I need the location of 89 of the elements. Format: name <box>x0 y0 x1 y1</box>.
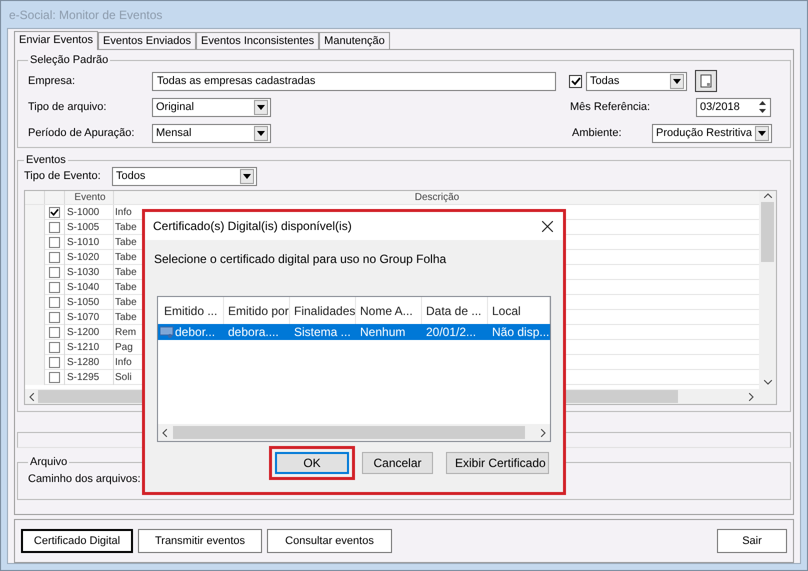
table-cell: S-1210 <box>65 340 114 355</box>
close-icon[interactable] <box>542 220 553 232</box>
group-title: Seleção Padrão <box>29 54 110 66</box>
checkbox[interactable] <box>49 312 60 323</box>
dialog-button[interactable]: OK <box>275 452 349 474</box>
table-cell: Tabe <box>115 222 137 233</box>
table-cell: Tabe <box>115 282 137 293</box>
action-button[interactable]: Certificado Digital <box>21 529 133 554</box>
table-cell: S-1070 <box>65 310 114 325</box>
field-label: Caminho dos arquivos: <box>28 473 141 485</box>
table-cell: S-1280 <box>65 355 114 370</box>
scrollbar[interactable] <box>759 191 776 390</box>
action-button[interactable]: Sair <box>717 529 787 554</box>
table-cell: Tabe <box>115 237 137 248</box>
table-cell: Tabe <box>115 297 137 308</box>
file-type-dropdown[interactable]: Original <box>152 98 271 116</box>
dropdown-icon[interactable] <box>670 74 684 88</box>
checkbox[interactable] <box>49 282 60 293</box>
table-cell: Rem <box>115 327 136 338</box>
field-label: Tipo de arquivo: <box>28 101 108 113</box>
table-cell-text: debor... <box>174 325 216 339</box>
window-title: e-Social: Monitor de Eventos <box>9 8 162 22</box>
table-cell: Pag <box>115 342 133 353</box>
table-cell: Tabe <box>115 252 137 263</box>
table-cell-text: Não disp... <box>491 325 550 339</box>
checkbox[interactable] <box>49 207 60 218</box>
certificate-icon <box>160 326 174 338</box>
tab[interactable]: Manutenção <box>319 32 390 49</box>
tab[interactable]: Enviar Eventos <box>14 31 98 50</box>
scroll-thumb[interactable] <box>173 426 525 439</box>
dialog-title: Certificado(s) Digital(is) disponível(is) <box>153 219 352 233</box>
dropdown-icon[interactable] <box>240 168 254 184</box>
field-label: Mês Referência: <box>570 101 652 113</box>
dropdown-icon[interactable] <box>254 100 268 114</box>
tab[interactable]: Eventos Inconsistentes <box>196 32 320 49</box>
table-cell: S-1020 <box>65 250 114 265</box>
table-cell-text: Sistema ... <box>293 325 352 339</box>
field-label: Ambiente: <box>572 127 623 139</box>
checkbox[interactable] <box>49 222 60 233</box>
table-cell-text: 20/01/2... <box>425 325 478 339</box>
checkbox[interactable] <box>49 372 60 383</box>
checkbox[interactable] <box>49 252 60 263</box>
table-cell: Tabe <box>115 267 137 278</box>
dialog-button[interactable]: Exibir Certificado <box>446 452 549 474</box>
company-field[interactable]: Todas as empresas cadastradas <box>152 72 556 90</box>
document-icon[interactable] <box>695 70 717 92</box>
table-cell: S-1200 <box>65 325 114 340</box>
table-cell: Tabe <box>115 312 137 323</box>
checkbox[interactable] <box>49 357 60 368</box>
event-type-dropdown[interactable]: Todos <box>112 166 257 186</box>
group-title: Eventos <box>25 154 67 166</box>
table-cell: Info <box>115 207 132 218</box>
group-title: Arquivo <box>29 456 68 468</box>
column-header[interactable]: Evento <box>65 191 114 204</box>
dialog-message: Selecione o certificado digital para uso no Group Folha <box>154 252 448 266</box>
table-cell: S-1010 <box>65 235 114 250</box>
filter-dropdown[interactable]: Todas <box>586 72 687 90</box>
checkbox[interactable] <box>49 327 60 338</box>
field-label: Período de Apuração: <box>28 127 136 139</box>
checkbox[interactable] <box>49 237 60 248</box>
checkbox[interactable] <box>49 342 60 353</box>
table-cell: Soli <box>115 372 132 383</box>
table-cell-text: debora.... <box>227 325 280 339</box>
dialog-button[interactable]: Cancelar <box>362 452 433 474</box>
action-button[interactable]: Consultar eventos <box>267 529 392 554</box>
table-cell: S-1030 <box>65 265 114 280</box>
table-cell: S-1040 <box>65 280 114 295</box>
table-cell: S-1050 <box>65 295 114 310</box>
checkbox[interactable] <box>49 297 60 308</box>
checkbox[interactable] <box>49 267 60 278</box>
scroll-thumb[interactable] <box>761 202 774 262</box>
table-cell-text: Nenhum <box>359 325 406 339</box>
table-cell: Info <box>115 357 132 368</box>
table-cell: S-1005 <box>65 220 114 235</box>
column-header[interactable]: Descrição <box>114 191 759 204</box>
period-dropdown[interactable]: Mensal <box>152 124 271 142</box>
field-label: Tipo de Evento: <box>24 170 102 182</box>
environment-dropdown[interactable]: Produção Restritiva <box>652 124 772 142</box>
action-button[interactable]: Transmitir eventos <box>138 529 262 554</box>
checkbox[interactable] <box>569 74 582 88</box>
list-row[interactable]: debor... debora.... Sistema ... Nenhum 20/01/2... Não disp... <box>158 324 550 340</box>
table-cell: S-1000 <box>65 205 114 220</box>
dropdown-icon[interactable] <box>254 126 268 140</box>
month-spinner[interactable]: 03/2018 <box>696 98 771 116</box>
dropdown-icon[interactable] <box>755 126 769 140</box>
scrollbar[interactable] <box>158 424 550 441</box>
table-cell: S-1295 <box>65 370 114 385</box>
field-label: Empresa: <box>28 75 76 87</box>
tab[interactable]: Eventos Enviados <box>98 32 196 49</box>
